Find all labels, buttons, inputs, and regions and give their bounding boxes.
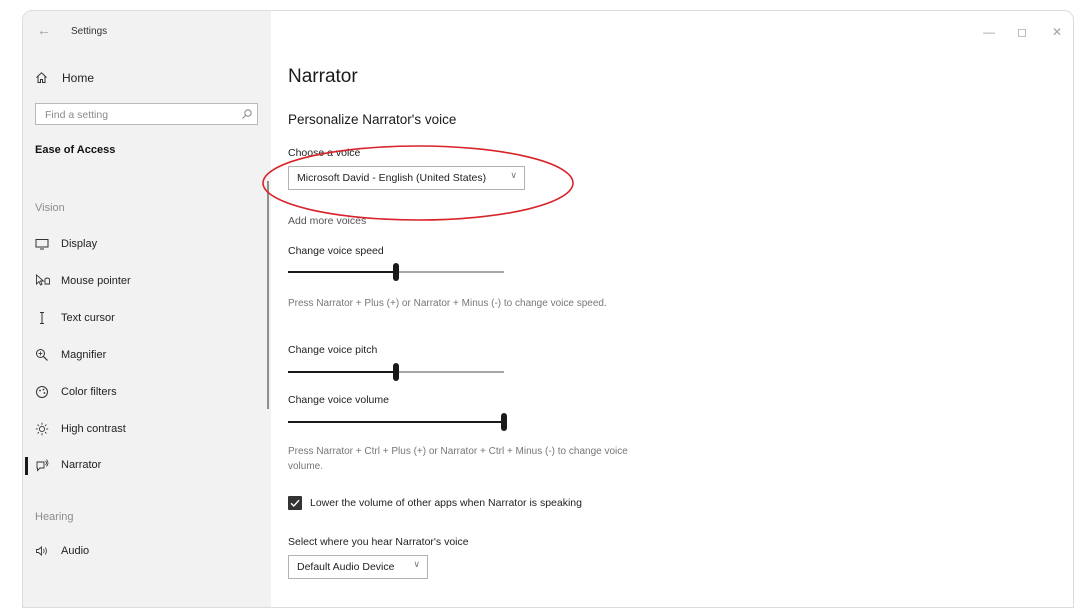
high-contrast-icon bbox=[35, 422, 51, 436]
sidebar-item-label: Color filters bbox=[61, 386, 117, 398]
page-title: Narrator bbox=[288, 66, 358, 87]
sidebar-item-label: Display bbox=[61, 238, 98, 250]
chevron-down-icon: ∨ bbox=[510, 170, 517, 180]
voice-speed-hint: Press Narrator + Plus (+) or Narrator + … bbox=[288, 298, 607, 309]
title-bar: ← Settings bbox=[23, 22, 271, 43]
sidebar-item-high-contrast[interactable]: High contrast bbox=[23, 418, 271, 442]
slider-fill bbox=[288, 421, 504, 423]
sidebar-item-label: Mouse pointer bbox=[61, 275, 131, 287]
sidebar-scrollbar[interactable] bbox=[267, 181, 269, 409]
back-arrow-icon[interactable]: ← bbox=[37, 22, 51, 38]
slider-fill bbox=[288, 371, 396, 373]
output-selected-value: Default Audio Device bbox=[297, 561, 395, 573]
voice-volume-label: Change voice volume bbox=[288, 394, 389, 406]
lower-volume-label: Lower the volume of other apps when Narr… bbox=[310, 497, 582, 509]
sidebar-item-label: Magnifier bbox=[61, 349, 107, 361]
color-filters-icon bbox=[35, 385, 51, 399]
settings-window: ← Settings Home Ease of Access Vision Di… bbox=[22, 10, 1074, 608]
sidebar: ← Settings Home Ease of Access Vision Di… bbox=[23, 11, 271, 607]
sidebar-item-label: High contrast bbox=[61, 423, 126, 435]
group-label-vision: Vision bbox=[35, 202, 65, 214]
checkmark-icon bbox=[290, 499, 300, 508]
voice-selected-value: Microsoft David - English (United States… bbox=[297, 172, 487, 184]
voice-pitch-label: Change voice pitch bbox=[288, 344, 378, 356]
output-label: Select where you hear Narrator's voice bbox=[288, 536, 469, 548]
sidebar-item-narrator[interactable]: Narrator bbox=[23, 454, 271, 478]
narrator-icon bbox=[35, 458, 51, 472]
voice-speed-slider[interactable] bbox=[288, 263, 504, 281]
add-more-voices-link[interactable]: Add more voices bbox=[288, 215, 366, 227]
home-icon bbox=[35, 71, 49, 89]
home-label: Home bbox=[62, 71, 95, 85]
sidebar-item-audio[interactable]: Audio bbox=[23, 540, 271, 564]
lower-volume-checkbox[interactable] bbox=[288, 496, 302, 510]
sidebar-item-label: Narrator bbox=[61, 459, 102, 471]
section-subtitle: Personalize Narrator's voice bbox=[288, 112, 457, 127]
voice-volume-hint: Press Narrator + Ctrl + Plus (+) or Narr… bbox=[288, 446, 628, 472]
display-icon bbox=[35, 237, 51, 251]
sidebar-item-label: Text cursor bbox=[61, 312, 115, 324]
search-input[interactable] bbox=[43, 107, 237, 123]
selected-indicator bbox=[25, 457, 28, 475]
slider-fill bbox=[288, 271, 396, 273]
voice-speed-label: Change voice speed bbox=[288, 245, 384, 257]
search-box[interactable] bbox=[35, 103, 258, 125]
sidebar-item-text-cursor[interactable]: Text cursor bbox=[23, 307, 271, 331]
voice-volume-slider[interactable] bbox=[288, 413, 507, 431]
voice-pitch-slider[interactable] bbox=[288, 363, 504, 381]
mouse-pointer-icon bbox=[35, 274, 51, 288]
slider-thumb[interactable] bbox=[393, 363, 399, 381]
main-content: Narrator Personalize Narrator's voice Ch… bbox=[288, 11, 1068, 607]
audio-icon bbox=[35, 544, 51, 558]
sidebar-item-display[interactable]: Display bbox=[23, 233, 271, 257]
magnifier-icon bbox=[35, 348, 51, 362]
slider-thumb[interactable] bbox=[501, 413, 507, 431]
sidebar-item-label: Audio bbox=[61, 545, 90, 557]
sidebar-item-magnifier[interactable]: Magnifier bbox=[23, 344, 271, 368]
group-label-hearing: Hearing bbox=[35, 511, 74, 523]
section-title: Ease of Access bbox=[35, 144, 116, 156]
sidebar-item-mouse-pointer[interactable]: Mouse pointer bbox=[23, 270, 271, 294]
voice-label: Choose a voice bbox=[288, 147, 361, 159]
output-device-dropdown[interactable]: Default Audio Device ∨ bbox=[288, 555, 428, 579]
search-icon bbox=[241, 107, 253, 125]
slider-thumb[interactable] bbox=[393, 263, 399, 281]
text-cursor-icon bbox=[35, 311, 51, 325]
voice-dropdown[interactable]: Microsoft David - English (United States… bbox=[288, 166, 525, 190]
sidebar-item-color-filters[interactable]: Color filters bbox=[23, 381, 271, 405]
app-title: Settings bbox=[71, 26, 108, 37]
chevron-down-icon: ∨ bbox=[413, 559, 420, 569]
